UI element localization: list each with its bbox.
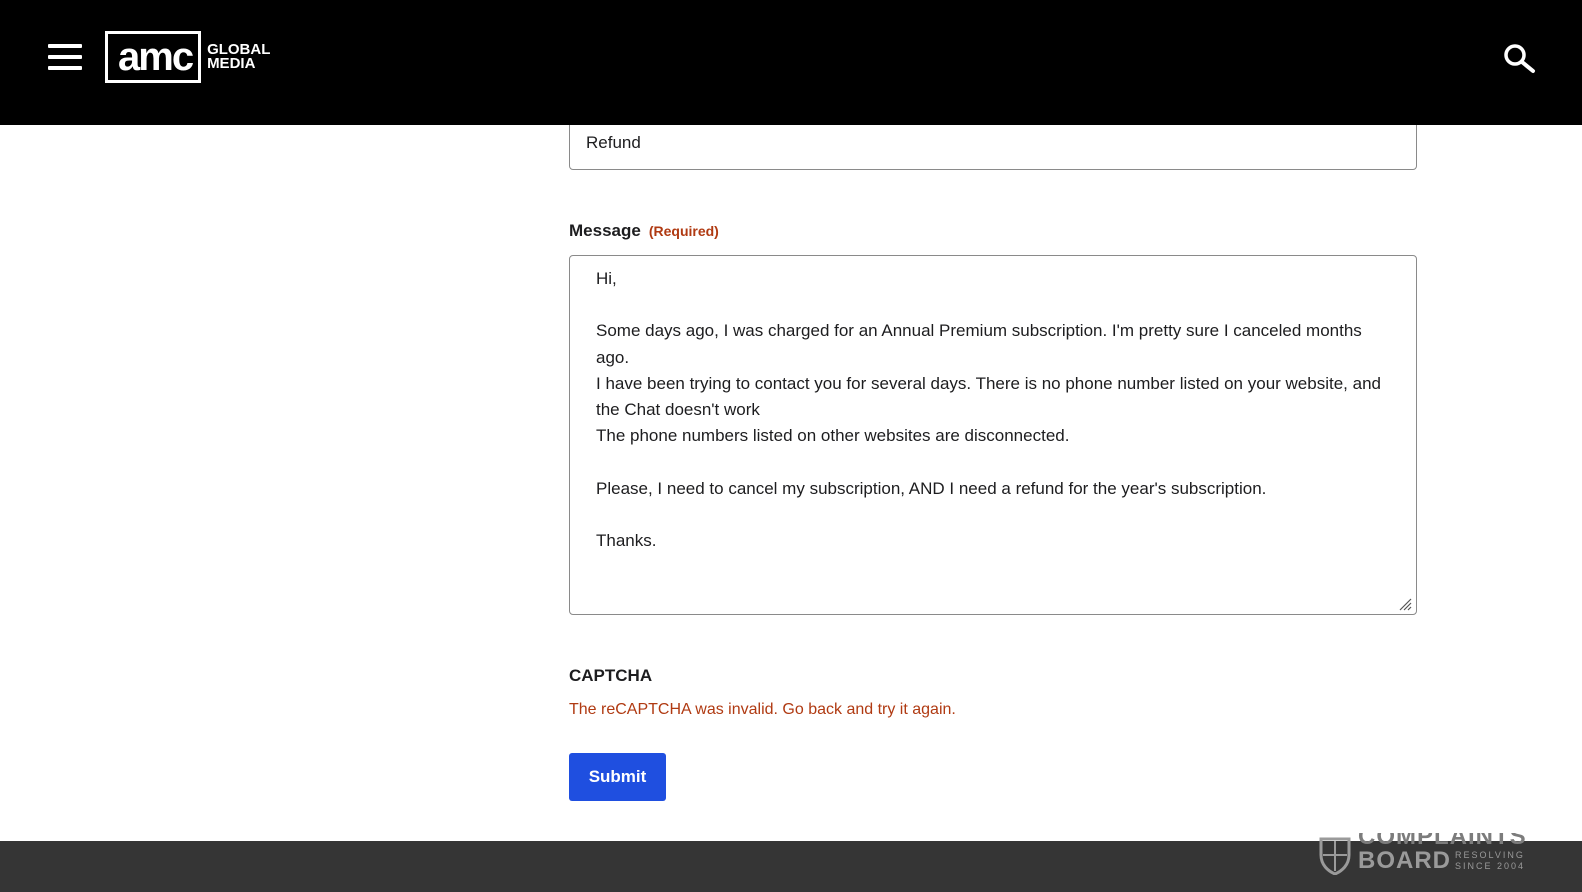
logo-amc-text: amc [118,35,194,79]
badge-tagline-1: RESOLVING [1455,850,1525,860]
badge-tagline: RESOLVING SINCE 2004 [1455,850,1525,872]
logo-line-media: MEDIA [207,55,256,72]
page: amc GLOBAL MEDIA Refund Message (Require… [0,0,1582,892]
badge-board-text: BOARD [1358,847,1451,874]
badge-tagline-2: SINCE 2004 [1455,861,1526,871]
site-header: amc GLOBAL MEDIA [0,0,1582,125]
badge-text: COMPLAINTS BOARD RESOLVING SINCE 2004 [1358,833,1527,873]
captcha-label: CAPTCHA [569,666,653,685]
logo-box: amc [105,31,202,83]
complaints-board-badge[interactable]: COMPLAINTS BOARD RESOLVING SINCE 2004 [1318,833,1527,877]
badge-bottom-row: BOARD RESOLVING SINCE 2004 [1358,849,1527,873]
message-label: Message [569,221,641,240]
shield-icon [1319,837,1351,875]
logo-subtext: GLOBAL MEDIA [207,42,270,72]
captcha-error-message: The reCAPTCHA was invalid. Go back and t… [569,701,956,718]
search-icon[interactable] [1502,42,1536,76]
message-label-row: Message (Required) [569,221,719,241]
hamburger-menu-icon[interactable] [48,44,82,70]
submit-button[interactable]: Submit [569,753,666,801]
message-textarea[interactable]: Hi, Some days ago, I was charged for an … [569,255,1417,615]
amc-global-media-logo[interactable]: amc GLOBAL MEDIA [105,28,270,86]
required-indicator: (Required) [648,223,719,239]
resize-handle-icon[interactable] [1398,597,1412,611]
